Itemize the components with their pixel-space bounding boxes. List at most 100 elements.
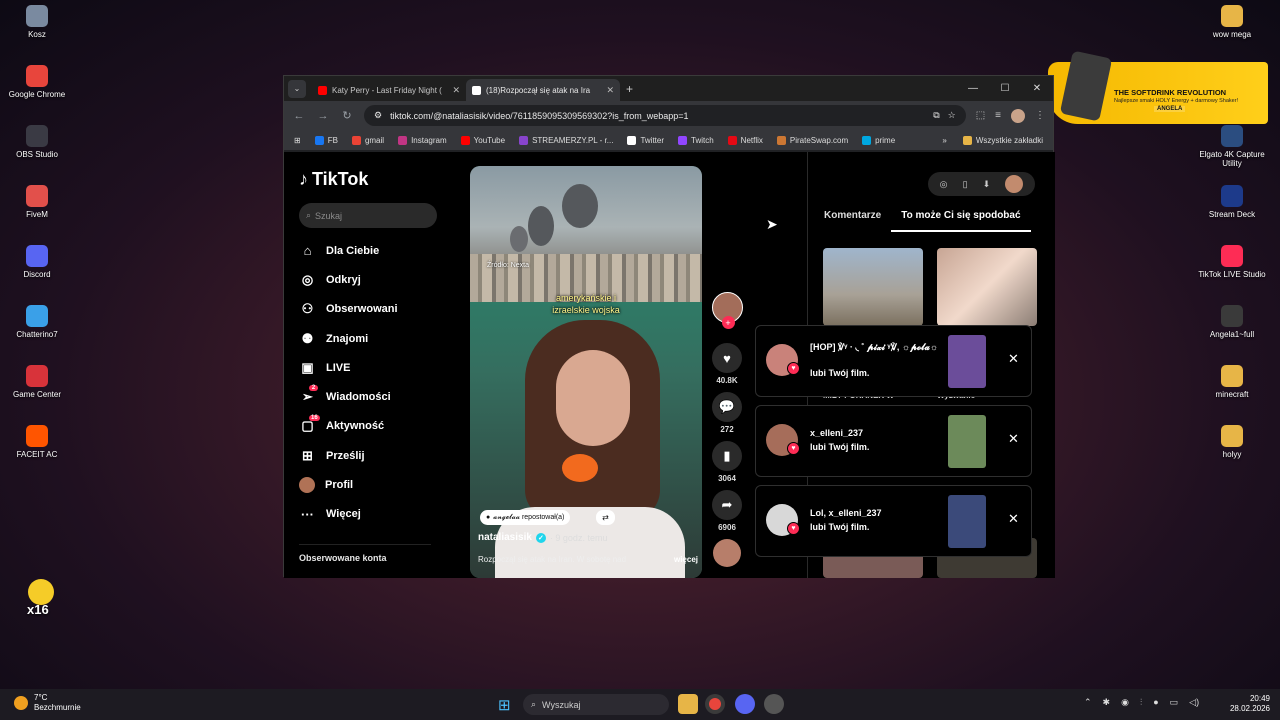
my-profile-avatar[interactable]: [1005, 175, 1024, 193]
chrome-taskbar-icon[interactable]: [705, 694, 725, 714]
desktop-shortcut[interactable]: Angela1~full: [1194, 305, 1270, 339]
clock[interactable]: 20:49 28.02.2026: [1228, 694, 1270, 715]
install-app-icon[interactable]: ⧉: [933, 110, 939, 121]
bookmark-item[interactable]: gmail: [351, 135, 384, 145]
video-player[interactable]: Źródło: Nexta amerykańskie i izraelskie …: [470, 166, 702, 578]
sidebar-item[interactable]: ··· Więcej: [299, 500, 444, 529]
like-notification[interactable]: ♥ Lol, x_elleni_237 lubi Twój film. ✕: [755, 485, 1032, 557]
tiktok-logo[interactable]: ♪ TikTok: [299, 169, 444, 190]
desktop-shortcut[interactable]: holyy: [1194, 425, 1270, 459]
forward-button[interactable]: →: [316, 110, 330, 122]
desktop-shortcut[interactable]: FiveM: [0, 185, 75, 219]
repost-badge[interactable]: ● 𝓪𝓷𝓰𝓮𝓵𝓪𝓪 repostował(a): [480, 510, 571, 525]
sidebar-item[interactable]: ➢ 2 Wiadomości: [299, 382, 444, 411]
tray-chevron-icon[interactable]: ⌃: [1084, 697, 1092, 708]
bookmark-item[interactable]: Netflix: [727, 135, 763, 145]
sidebar-item[interactable]: ▣ LIVE: [299, 353, 444, 382]
sidebar-item[interactable]: ⚇ Obserwowani: [299, 295, 444, 324]
bookmark-item[interactable]: STREAMERZY.PL - r...: [519, 135, 613, 145]
weather-widget[interactable]: 7°C Bezchmurnie: [14, 693, 81, 713]
tab-comments[interactable]: Komentarze: [814, 210, 891, 232]
bookmark-item[interactable]: prime: [862, 135, 895, 145]
all-bookmarks-button[interactable]: » Wszystkie zakładki: [942, 135, 1043, 145]
tab-tiktok[interactable]: (18)Rozpoczął się atak na Ira ✕: [466, 79, 620, 101]
desktop-shortcut[interactable]: wow mega: [1194, 5, 1270, 39]
profile-avatar[interactable]: [1011, 108, 1025, 123]
bluetooth-icon[interactable]: ✱: [1103, 697, 1111, 708]
file-explorer-icon[interactable]: [678, 694, 698, 714]
close-icon[interactable]: ✕: [1008, 431, 1019, 447]
new-tab-button[interactable]: +: [626, 82, 633, 96]
share-button[interactable]: ➦: [712, 490, 742, 520]
close-tab-icon[interactable]: ✕: [606, 85, 614, 96]
desktop-shortcut[interactable]: Stream Deck: [1194, 185, 1270, 219]
desktop-shortcut[interactable]: OBS Studio: [0, 125, 75, 159]
video-thumbnail[interactable]: [948, 335, 986, 388]
close-icon[interactable]: ✕: [1008, 511, 1019, 527]
save-button[interactable]: ▮: [712, 441, 742, 471]
minimize-button[interactable]: —: [957, 76, 989, 101]
like-notification[interactable]: ♥ [HOP] ℣ᵞ · ◟ ˚ 𝓹𝓲𝔁𝓲 ᵞ℣, ☼𝓹𝓸𝓵𝓪☼ lubi Tw…: [755, 325, 1032, 397]
sidebar-item[interactable]: Profil: [299, 470, 444, 499]
recommended-thumbnail[interactable]: [937, 248, 1037, 326]
recommended-thumbnail[interactable]: [823, 248, 923, 326]
music-disc-avatar[interactable]: [713, 539, 741, 567]
video-author[interactable]: nataliasisik ✓ · 9 godz. temu: [478, 532, 607, 543]
phone-icon[interactable]: ▯: [963, 179, 968, 190]
tab-youtube[interactable]: Katy Perry - Last Friday Night ( ✕: [312, 79, 466, 101]
menu-icon[interactable]: ⋮: [1035, 110, 1045, 121]
download-icon[interactable]: ⬇: [983, 179, 991, 190]
follow-plus-icon[interactable]: +: [721, 316, 735, 329]
bookmark-item[interactable]: PirateSwap.com: [776, 135, 848, 145]
sidebar-item[interactable]: ◎ Odkryj: [299, 265, 444, 294]
desktop-shortcut[interactable]: Google Chrome: [0, 65, 75, 99]
sidebar-item[interactable]: ⌂ Dla Ciebie: [299, 236, 444, 265]
repost-icon[interactable]: ⇄: [596, 510, 615, 525]
desktop-shortcut[interactable]: Discord: [0, 245, 75, 279]
video-thumbnail[interactable]: [948, 415, 986, 468]
sidebar-item[interactable]: ⊞ Prześlij: [299, 441, 444, 470]
address-bar[interactable]: ⚙ tiktok.com/@nataliasisik/video/7611859…: [364, 105, 966, 126]
sidebar-item[interactable]: ▢ 16 Aktywność: [299, 412, 444, 441]
close-window-button[interactable]: ✕: [1021, 76, 1053, 101]
close-icon[interactable]: ✕: [1008, 351, 1019, 367]
video-thumbnail[interactable]: [948, 495, 986, 548]
bookmark-item[interactable]: Twitch: [678, 135, 714, 145]
tab-recommended[interactable]: To może Ci się spodobać: [891, 210, 1031, 232]
desktop-shortcut[interactable]: FACEIT AC: [0, 425, 75, 459]
bookmark-item[interactable]: FB: [314, 135, 338, 145]
usb-icon[interactable]: ⫶: [1140, 697, 1142, 708]
desktop-shortcut[interactable]: Elgato 4K Capture Utility: [1194, 125, 1270, 168]
reload-button[interactable]: ↻: [340, 109, 354, 122]
chatterino-taskbar-icon[interactable]: [764, 694, 784, 714]
microphone-icon[interactable]: ●: [1153, 697, 1158, 708]
search-input[interactable]: ⌕ Szukaj: [299, 203, 437, 228]
bookmark-item[interactable]: Twitter: [627, 135, 664, 145]
like-button[interactable]: ♥: [712, 343, 742, 373]
desktop-shortcut[interactable]: Kosz: [0, 5, 75, 39]
back-button[interactable]: ←: [292, 110, 306, 122]
extensions-icon[interactable]: ⬚: [976, 110, 985, 121]
bookmark-item[interactable]: Instagram: [398, 135, 447, 145]
maximize-button[interactable]: ☐: [989, 76, 1021, 101]
speaker-icon[interactable]: ◁): [1189, 697, 1199, 708]
bookmark-star-icon[interactable]: ☆: [948, 110, 956, 121]
desktop-shortcut[interactable]: Game Center: [0, 365, 75, 399]
desktop-shortcut[interactable]: TikTok LIVE Studio: [1194, 245, 1270, 279]
discord-taskbar-icon[interactable]: [735, 694, 755, 714]
sidebar-item[interactable]: ⚉ Znajomi: [299, 324, 444, 353]
desktop-shortcut[interactable]: minecraft: [1194, 365, 1270, 399]
tab-search-button[interactable]: ⌄: [288, 79, 306, 98]
close-tab-icon[interactable]: ✕: [452, 85, 460, 96]
creator-avatar[interactable]: +: [711, 292, 743, 329]
more-link[interactable]: więcej: [674, 555, 698, 564]
reading-list-icon[interactable]: ≡: [995, 110, 1001, 121]
site-info-icon[interactable]: ⚙: [374, 110, 382, 121]
apps-icon[interactable]: ⊞: [294, 136, 301, 145]
compass-icon[interactable]: ◎: [940, 179, 948, 190]
discord-tray-icon[interactable]: ◉: [1121, 697, 1129, 708]
bookmark-item[interactable]: YouTube: [460, 135, 505, 145]
taskbar-search[interactable]: ⌕ Wyszukaj: [523, 694, 669, 715]
comment-button[interactable]: 💬: [712, 392, 742, 422]
network-icon[interactable]: ▭: [1170, 697, 1179, 708]
